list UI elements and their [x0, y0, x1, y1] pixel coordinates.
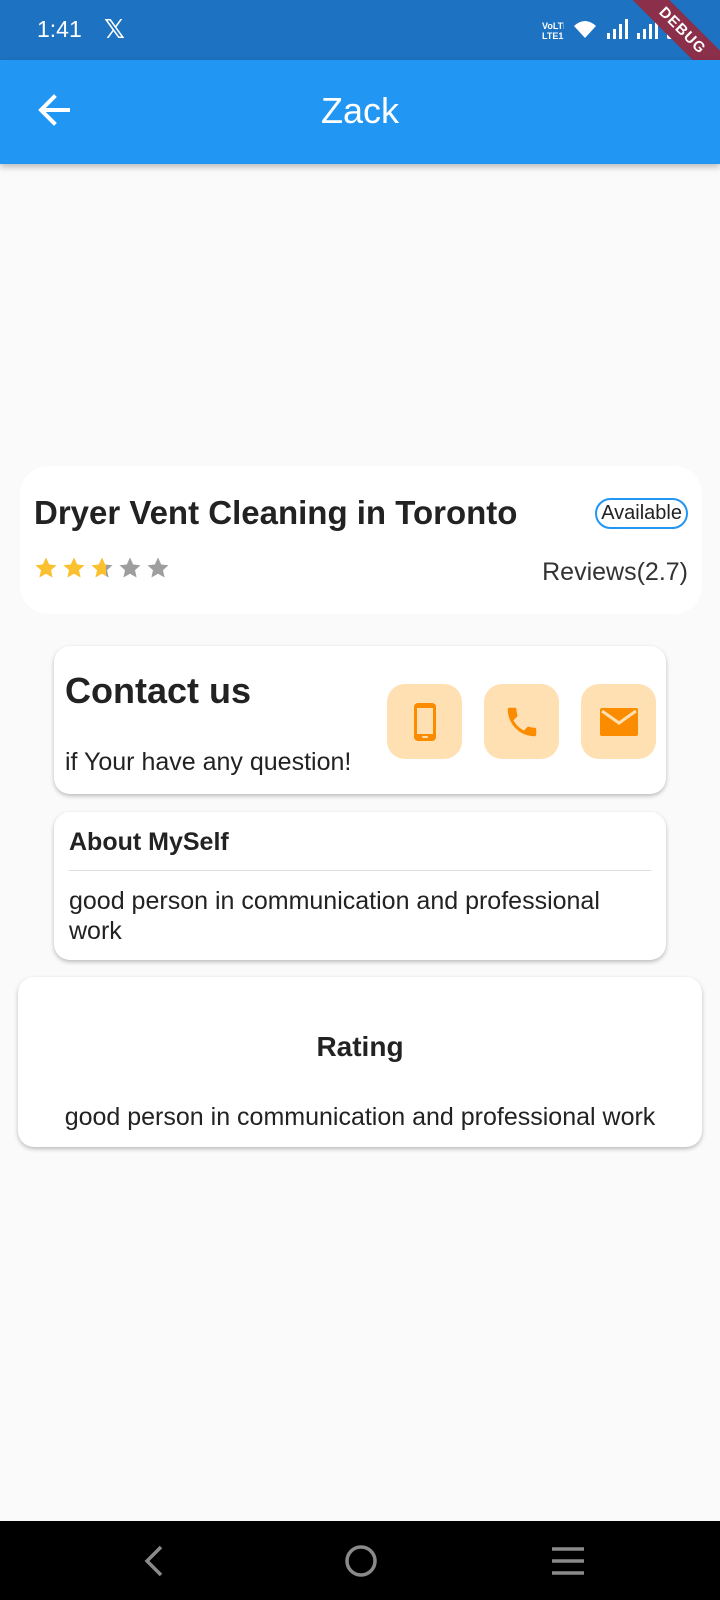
star-icon-empty: [147, 557, 169, 578]
page-title: Zack: [320, 90, 399, 131]
divider: [69, 870, 651, 871]
about-title: About MySelf: [69, 828, 229, 856]
mobile-button[interactable]: [387, 684, 462, 759]
about-card: About MySelf good person in communicatio…: [54, 812, 666, 960]
nav-back-button[interactable]: [135, 1541, 175, 1581]
system-nav-bar: [0, 1521, 720, 1600]
status-bar: 1:41 𝕏 VoLTE LTE1 DEBUG: [0, 0, 720, 97]
email-icon: [599, 707, 638, 736]
nav-menu-button[interactable]: [548, 1541, 588, 1581]
rating-text: good person in communication and profess…: [64, 1103, 656, 1131]
contact-subtitle: if Your have any question!: [65, 748, 352, 776]
nav-back-icon: [144, 1545, 163, 1577]
wifi-icon: [574, 21, 596, 38]
star-icon-filled: [63, 557, 85, 578]
volte-icon: VoLTE LTE1: [542, 21, 564, 40]
contact-card: Contact us if Your have any question!: [54, 646, 666, 794]
rating-card: Rating good person in communication and …: [18, 977, 702, 1147]
star-icon-empty: [119, 557, 141, 578]
reviews-label[interactable]: Reviews(2.7): [542, 558, 688, 587]
status-time: 1:41: [37, 16, 82, 42]
x-app-icon: 𝕏: [104, 14, 125, 44]
signal-icon: [607, 19, 628, 39]
service-title: Dryer Vent Cleaning in Toronto: [34, 494, 518, 531]
nav-menu-icon: [552, 1547, 584, 1575]
status-badge: Available: [595, 498, 688, 529]
star-rating: [34, 556, 170, 580]
star-icon-partial: [91, 557, 113, 578]
contact-title: Contact us: [65, 670, 252, 711]
svg-text:LTE1: LTE1: [542, 31, 563, 40]
email-button[interactable]: [581, 684, 656, 759]
service-card: Dryer Vent Cleaning in Toronto Available…: [20, 466, 702, 614]
call-icon: [507, 707, 536, 736]
svg-text:VoLTE: VoLTE: [542, 21, 564, 31]
rating-title: Rating: [316, 1031, 404, 1062]
app-bar: Zack: [0, 60, 720, 164]
call-button[interactable]: [484, 684, 559, 759]
phone-device-icon: [413, 702, 436, 741]
nav-home-icon: [345, 1545, 377, 1577]
star-icon-filled: [35, 557, 57, 578]
about-text: good person in communication and profess…: [69, 887, 600, 945]
nav-home-button[interactable]: [341, 1541, 381, 1581]
